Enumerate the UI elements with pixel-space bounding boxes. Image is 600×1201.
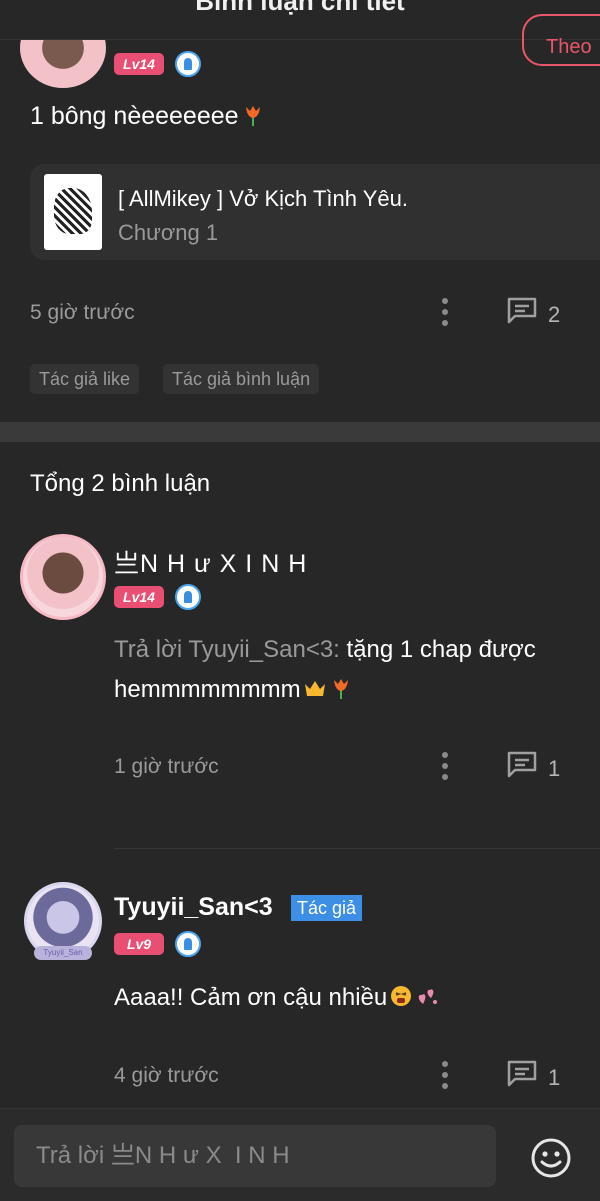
reply-text-body: tặng 1 chap được bbox=[339, 636, 536, 663]
comment-icon[interactable] bbox=[506, 296, 538, 324]
section-divider bbox=[0, 422, 600, 442]
reply-divider bbox=[114, 848, 600, 849]
more-options-icon[interactable] bbox=[441, 298, 449, 328]
story-title: [ AllMikey ] Vở Kịch Tình Yêu. bbox=[118, 186, 408, 211]
more-options-icon[interactable] bbox=[441, 752, 449, 782]
story-cover-image bbox=[44, 174, 102, 250]
writer-pen-icon bbox=[175, 584, 201, 610]
reply-text-body-cont: hemmmmmmmm bbox=[114, 676, 301, 703]
writer-pen-icon bbox=[175, 931, 201, 957]
author-badge: Tác giả bbox=[291, 895, 362, 921]
reply-count: 1 bbox=[548, 1065, 561, 1090]
comment-icon[interactable] bbox=[506, 1059, 538, 1087]
reply-count: 2 bbox=[548, 302, 561, 327]
story-card[interactable]: [ AllMikey ] Vở Kịch Tình Yêu. Chương 1 bbox=[30, 164, 600, 260]
tulip-icon bbox=[245, 106, 260, 126]
story-chapter: Chương 1 bbox=[118, 220, 219, 245]
comment-text-body: 1 bông nèeeeeeee bbox=[30, 102, 239, 130]
tired-face-icon bbox=[391, 986, 412, 1006]
writer-pen-icon bbox=[175, 51, 201, 77]
comment-time: 5 giờ trước bbox=[30, 301, 135, 324]
page-header: Bình luận chi tiết bbox=[0, 0, 600, 40]
level-badge: Lv14 bbox=[114, 53, 164, 75]
tag-author-comment: Tác giả bình luận bbox=[163, 364, 320, 394]
avatar-tag: Tyuyii_San bbox=[34, 946, 92, 960]
page-title: Bình luận chi tiết bbox=[195, 0, 405, 16]
reply-text: Aaaa!! Cảm ơn cậu nhiều bbox=[114, 984, 439, 1012]
reply-time: 4 giờ trước bbox=[114, 1064, 219, 1087]
level-badge: Lv9 bbox=[114, 933, 164, 955]
level-badge: Lv14 bbox=[114, 586, 164, 608]
reply-input[interactable] bbox=[14, 1125, 496, 1187]
emoji-picker-icon[interactable] bbox=[530, 1137, 572, 1179]
tag-author-like: Tác giả like bbox=[30, 364, 140, 394]
avatar[interactable] bbox=[20, 534, 106, 620]
reply-text-line1: Trả lời Tyuyii_San<3: tặng 1 chap được bbox=[114, 636, 536, 664]
reply-bar bbox=[0, 1108, 600, 1201]
reply-prefix: Trả lời Tyuyii_San<3: bbox=[114, 636, 340, 663]
comment-text: 1 bông nèeeeeeee bbox=[30, 102, 265, 131]
comment-icon[interactable] bbox=[506, 750, 538, 778]
sparkling-hearts-icon bbox=[418, 989, 438, 1004]
reply-time: 1 giờ trước bbox=[114, 755, 219, 778]
follow-button[interactable]: Theo bbox=[522, 14, 600, 66]
reply-count: 1 bbox=[548, 756, 561, 781]
reply-text-body: Aaaa!! Cảm ơn cậu nhiều bbox=[114, 984, 388, 1011]
tulip-icon bbox=[333, 679, 348, 699]
reply-text-line2: hemmmmmmmm bbox=[114, 676, 353, 704]
username[interactable]: 亗N H ư X I N H bbox=[114, 544, 307, 580]
crown-icon bbox=[304, 681, 325, 696]
replies-total: Tổng 2 bình luận bbox=[30, 470, 211, 497]
username[interactable]: Tyuyii_San<3 bbox=[114, 893, 273, 922]
more-options-icon[interactable] bbox=[441, 1061, 449, 1091]
